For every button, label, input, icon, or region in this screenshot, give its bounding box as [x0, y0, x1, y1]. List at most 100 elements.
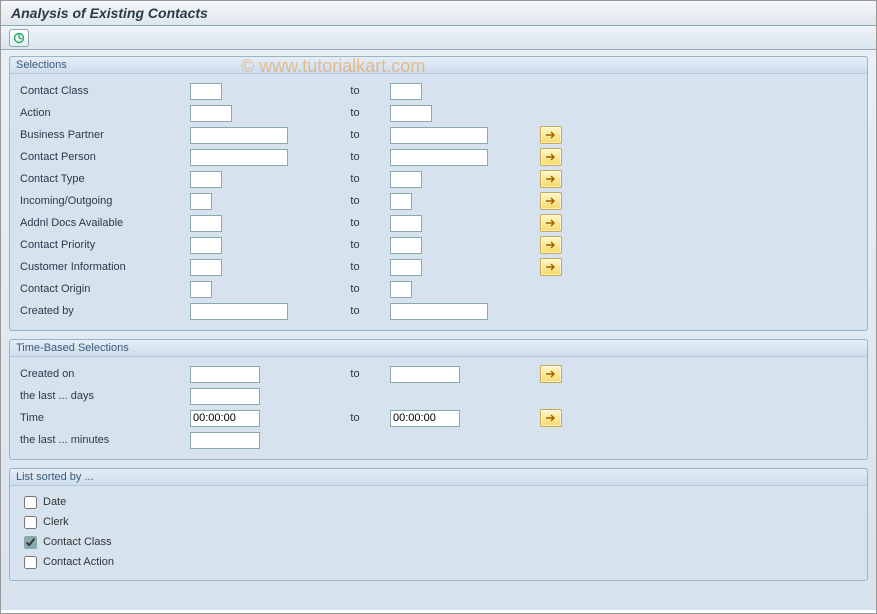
to-label: to: [320, 261, 390, 273]
to-label: to: [320, 239, 390, 251]
time_selections-label: the last ... minutes: [20, 434, 190, 446]
time_selections-from-input[interactable]: [190, 432, 260, 449]
to-label: to: [320, 412, 390, 424]
selections-label: Contact Priority: [20, 239, 190, 251]
selections-row: Contact Typeto: [20, 168, 857, 190]
selections-row: Addnl Docs Available to: [20, 212, 857, 234]
sort-option-checkbox[interactable]: [24, 516, 37, 529]
time_selections-from-input[interactable]: [190, 388, 260, 405]
selections-to-input[interactable]: [390, 105, 432, 122]
selections-body: Contact ClasstoActiontoBusiness Partnert…: [10, 74, 867, 330]
selections-to-input[interactable]: [390, 281, 412, 298]
time-selections-group: Time-Based Selections Created on to the la…: [9, 339, 868, 460]
work-area: Selections Contact ClasstoActiontoBusine…: [1, 50, 876, 610]
selections-to-input[interactable]: [390, 215, 422, 232]
arrow-right-icon: [545, 152, 557, 162]
to-label: to: [320, 151, 390, 163]
multiple-selection-button[interactable]: [540, 236, 562, 254]
selections-to-input[interactable]: [390, 171, 422, 188]
to-label: to: [320, 217, 390, 229]
app-toolbar: © www.tutorialkart.com: [1, 26, 876, 50]
selections-from-input[interactable]: [190, 303, 288, 320]
multiple-selection-button[interactable]: [540, 365, 562, 383]
multiple-selection-button[interactable]: [540, 170, 562, 188]
sort-option-label: Contact Action: [43, 556, 114, 568]
sort-option-checkbox[interactable]: [24, 496, 37, 509]
time_selections-row: Time to: [20, 407, 857, 429]
selections-to-input[interactable]: [390, 83, 422, 100]
to-label: to: [320, 107, 390, 119]
sort-group: List sorted by ... DateClerkContact Clas…: [9, 468, 868, 581]
arrow-right-icon: [545, 218, 557, 228]
multiple-selection-button[interactable]: [540, 126, 562, 144]
selections-row: Contact Priority to: [20, 234, 857, 256]
selections-from-input[interactable]: [190, 281, 212, 298]
selections-label: Contact Origin: [20, 283, 190, 295]
sort-option-row: Date: [20, 492, 857, 512]
multiple-selection-button[interactable]: [540, 148, 562, 166]
time_selections-from-input[interactable]: [190, 410, 260, 427]
selections-from-input[interactable]: [190, 259, 222, 276]
selections-to-input[interactable]: [390, 193, 412, 210]
selections-group-title: Selections: [10, 57, 867, 74]
selections-row: Incoming/Outgoing to: [20, 190, 857, 212]
execute-button[interactable]: [9, 29, 29, 47]
selections-label: Created by: [20, 305, 190, 317]
selections-from-input[interactable]: [190, 149, 288, 166]
selections-from-input[interactable]: [190, 105, 232, 122]
arrow-right-icon: [545, 240, 557, 250]
selections-from-input[interactable]: [190, 215, 222, 232]
time-selections-body: Created on to the last ... days Time to the l…: [10, 357, 867, 459]
selections-row: Contact Originto: [20, 278, 857, 300]
arrow-right-icon: [545, 413, 557, 423]
page-title: Analysis of Existing Contacts: [11, 5, 208, 21]
selections-to-input[interactable]: [390, 259, 422, 276]
selections-label: Addnl Docs Available: [20, 217, 190, 229]
selections-row: Business Partnerto: [20, 124, 857, 146]
time_selections-label: Time: [20, 412, 190, 424]
selections-to-input[interactable]: [390, 303, 488, 320]
selections-row: Created by to: [20, 300, 857, 322]
to-label: to: [320, 305, 390, 317]
selections-label: Customer Information: [20, 261, 190, 273]
to-label: to: [320, 368, 390, 380]
sort-option-label: Date: [43, 496, 66, 508]
time_selections-label: Created on: [20, 368, 190, 380]
time_selections-row: Created on to: [20, 363, 857, 385]
selections-to-input[interactable]: [390, 149, 488, 166]
time-selections-group-title: Time-Based Selections: [10, 340, 867, 357]
time_selections-to-input[interactable]: [390, 366, 460, 383]
selections-from-input[interactable]: [190, 171, 222, 188]
selections-to-input[interactable]: [390, 127, 488, 144]
selections-from-input[interactable]: [190, 83, 222, 100]
to-label: to: [320, 85, 390, 97]
multiple-selection-button[interactable]: [540, 258, 562, 276]
selections-to-input[interactable]: [390, 237, 422, 254]
to-label: to: [320, 195, 390, 207]
execute-icon: [13, 32, 25, 44]
app-window: Analysis of Existing Contacts © www.tuto…: [0, 0, 877, 614]
time_selections-to-input[interactable]: [390, 410, 460, 427]
selections-from-input[interactable]: [190, 237, 222, 254]
arrow-right-icon: [545, 174, 557, 184]
to-label: to: [320, 173, 390, 185]
selections-label: Contact Person: [20, 151, 190, 163]
sort-option-row: Contact Action: [20, 552, 857, 572]
time_selections-row: the last ... days: [20, 385, 857, 407]
multiple-selection-button[interactable]: [540, 214, 562, 232]
selections-from-input[interactable]: [190, 193, 212, 210]
sort-option-row: Clerk: [20, 512, 857, 532]
selections-label: Incoming/Outgoing: [20, 195, 190, 207]
sort-option-row: Contact Class: [20, 532, 857, 552]
page-title-bar: Analysis of Existing Contacts: [1, 1, 876, 26]
sort-option-checkbox[interactable]: [24, 536, 37, 549]
sort-body: Date Clerk Contact Class Contact Action: [10, 486, 867, 580]
selections-row: Contact Person to: [20, 146, 857, 168]
time_selections-from-input[interactable]: [190, 366, 260, 383]
sort-option-checkbox[interactable]: [24, 556, 37, 569]
selections-group: Selections Contact ClasstoActiontoBusine…: [9, 56, 868, 331]
sort-option-label: Contact Class: [43, 536, 111, 548]
selections-from-input[interactable]: [190, 127, 288, 144]
multiple-selection-button[interactable]: [540, 409, 562, 427]
multiple-selection-button[interactable]: [540, 192, 562, 210]
